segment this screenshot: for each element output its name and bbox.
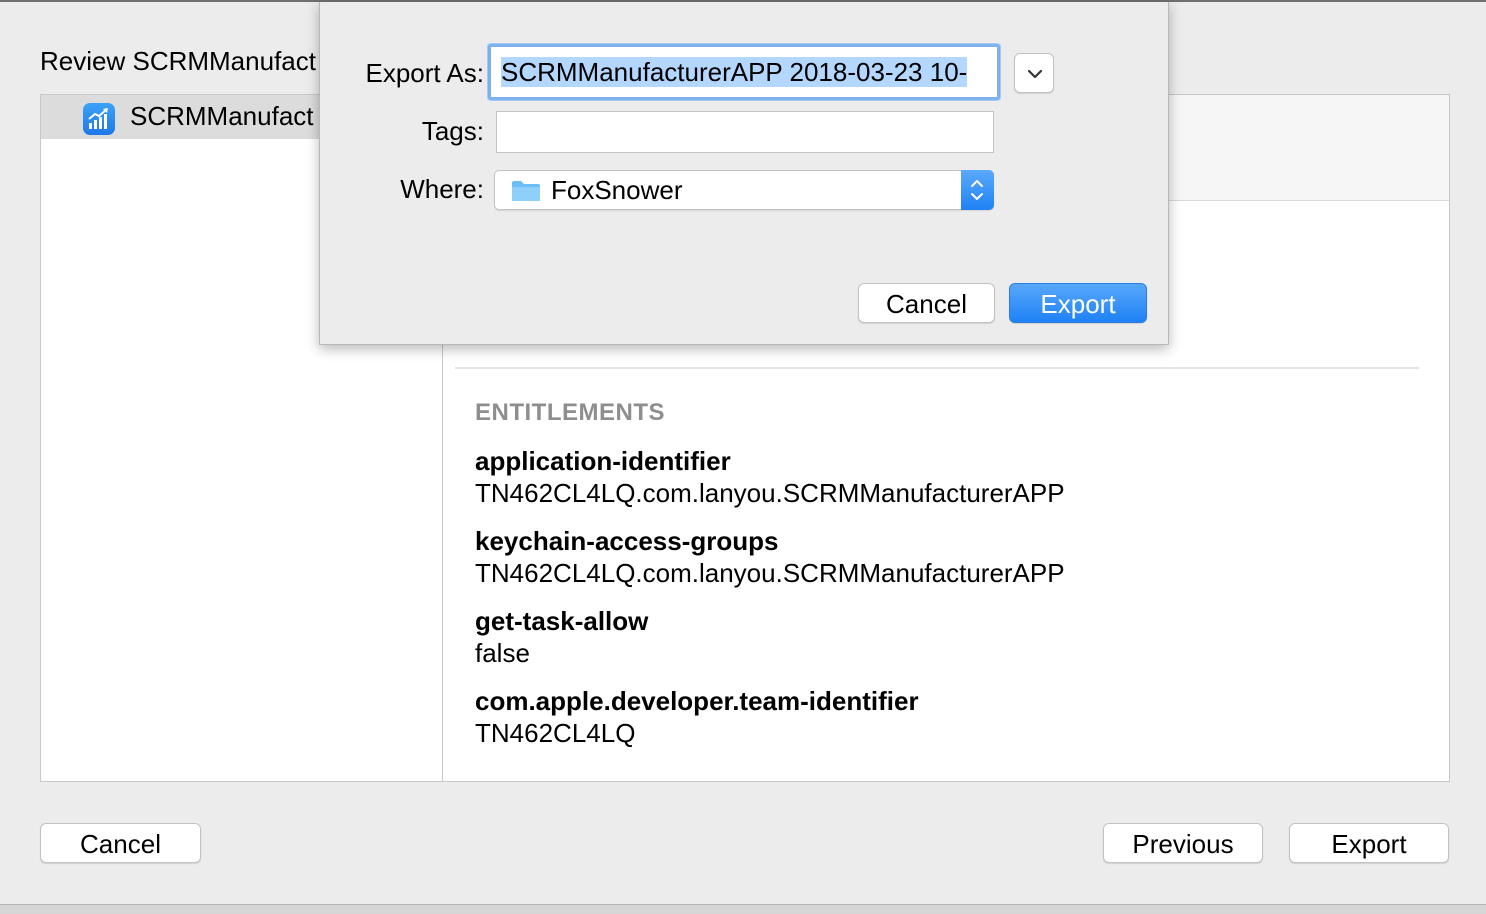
entitlement-item: get-task-allow false — [475, 605, 1065, 685]
entitlement-item: application-identifier TN462CL4LQ.com.la… — [475, 445, 1065, 525]
expand-button[interactable] — [1014, 53, 1054, 93]
export-sheet: Export As: SCRMManufacturerAPP 2018-03-2… — [319, 2, 1169, 345]
folder-icon — [512, 181, 540, 201]
export-window: Review SCRMManufact SCRMManufact ENTITLE… — [0, 0, 1486, 914]
app-chart-icon — [83, 103, 115, 135]
entitlement-item: keychain-access-groups TN462CL4LQ.com.la… — [475, 525, 1065, 605]
entitlement-item: com.apple.developer.team-identifier TN46… — [475, 685, 1065, 765]
cancel-button[interactable]: Cancel — [40, 823, 201, 863]
up-down-chevron-icon — [971, 180, 983, 200]
entitlement-key: com.apple.developer.team-identifier — [475, 686, 919, 716]
sheet-cancel-button[interactable]: Cancel — [858, 283, 995, 323]
export-as-field[interactable]: SCRMManufacturerAPP 2018-03-23 10- — [488, 44, 1000, 100]
export-button[interactable]: Export — [1289, 823, 1449, 863]
divider — [455, 367, 1419, 369]
where-stepper[interactable] — [961, 170, 994, 210]
where-popup[interactable]: FoxSnower — [494, 170, 994, 210]
entitlement-value: false — [475, 638, 530, 668]
entitlement-value: TN462CL4LQ.com.lanyou.SCRMManufacturerAP… — [475, 558, 1065, 588]
tags-field[interactable] — [496, 111, 994, 153]
window-bottom-edge — [0, 904, 1486, 914]
export-as-text: SCRMManufacturerAPP 2018-03-23 10- — [501, 57, 968, 87]
tags-label: Tags: — [421, 116, 484, 146]
previous-button[interactable]: Previous — [1103, 823, 1263, 863]
export-as-label: Export As: — [365, 58, 485, 88]
entitlements-list: application-identifier TN462CL4LQ.com.la… — [475, 445, 1065, 765]
entitlement-key: keychain-access-groups — [475, 526, 779, 556]
where-value: FoxSnower — [551, 175, 683, 205]
entitlement-value: TN462CL4LQ — [475, 718, 636, 748]
where-label: Where: — [400, 174, 484, 204]
entitlement-value: TN462CL4LQ.com.lanyou.SCRMManufacturerAP… — [475, 478, 1065, 508]
entitlement-key: get-task-allow — [475, 606, 649, 636]
review-title: Review SCRMManufact — [40, 46, 316, 76]
chevron-down-icon — [1027, 69, 1043, 79]
entitlement-key: application-identifier — [475, 446, 731, 476]
entitlements-heading: ENTITLEMENTS — [475, 399, 665, 426]
sheet-export-button[interactable]: Export — [1009, 283, 1147, 323]
